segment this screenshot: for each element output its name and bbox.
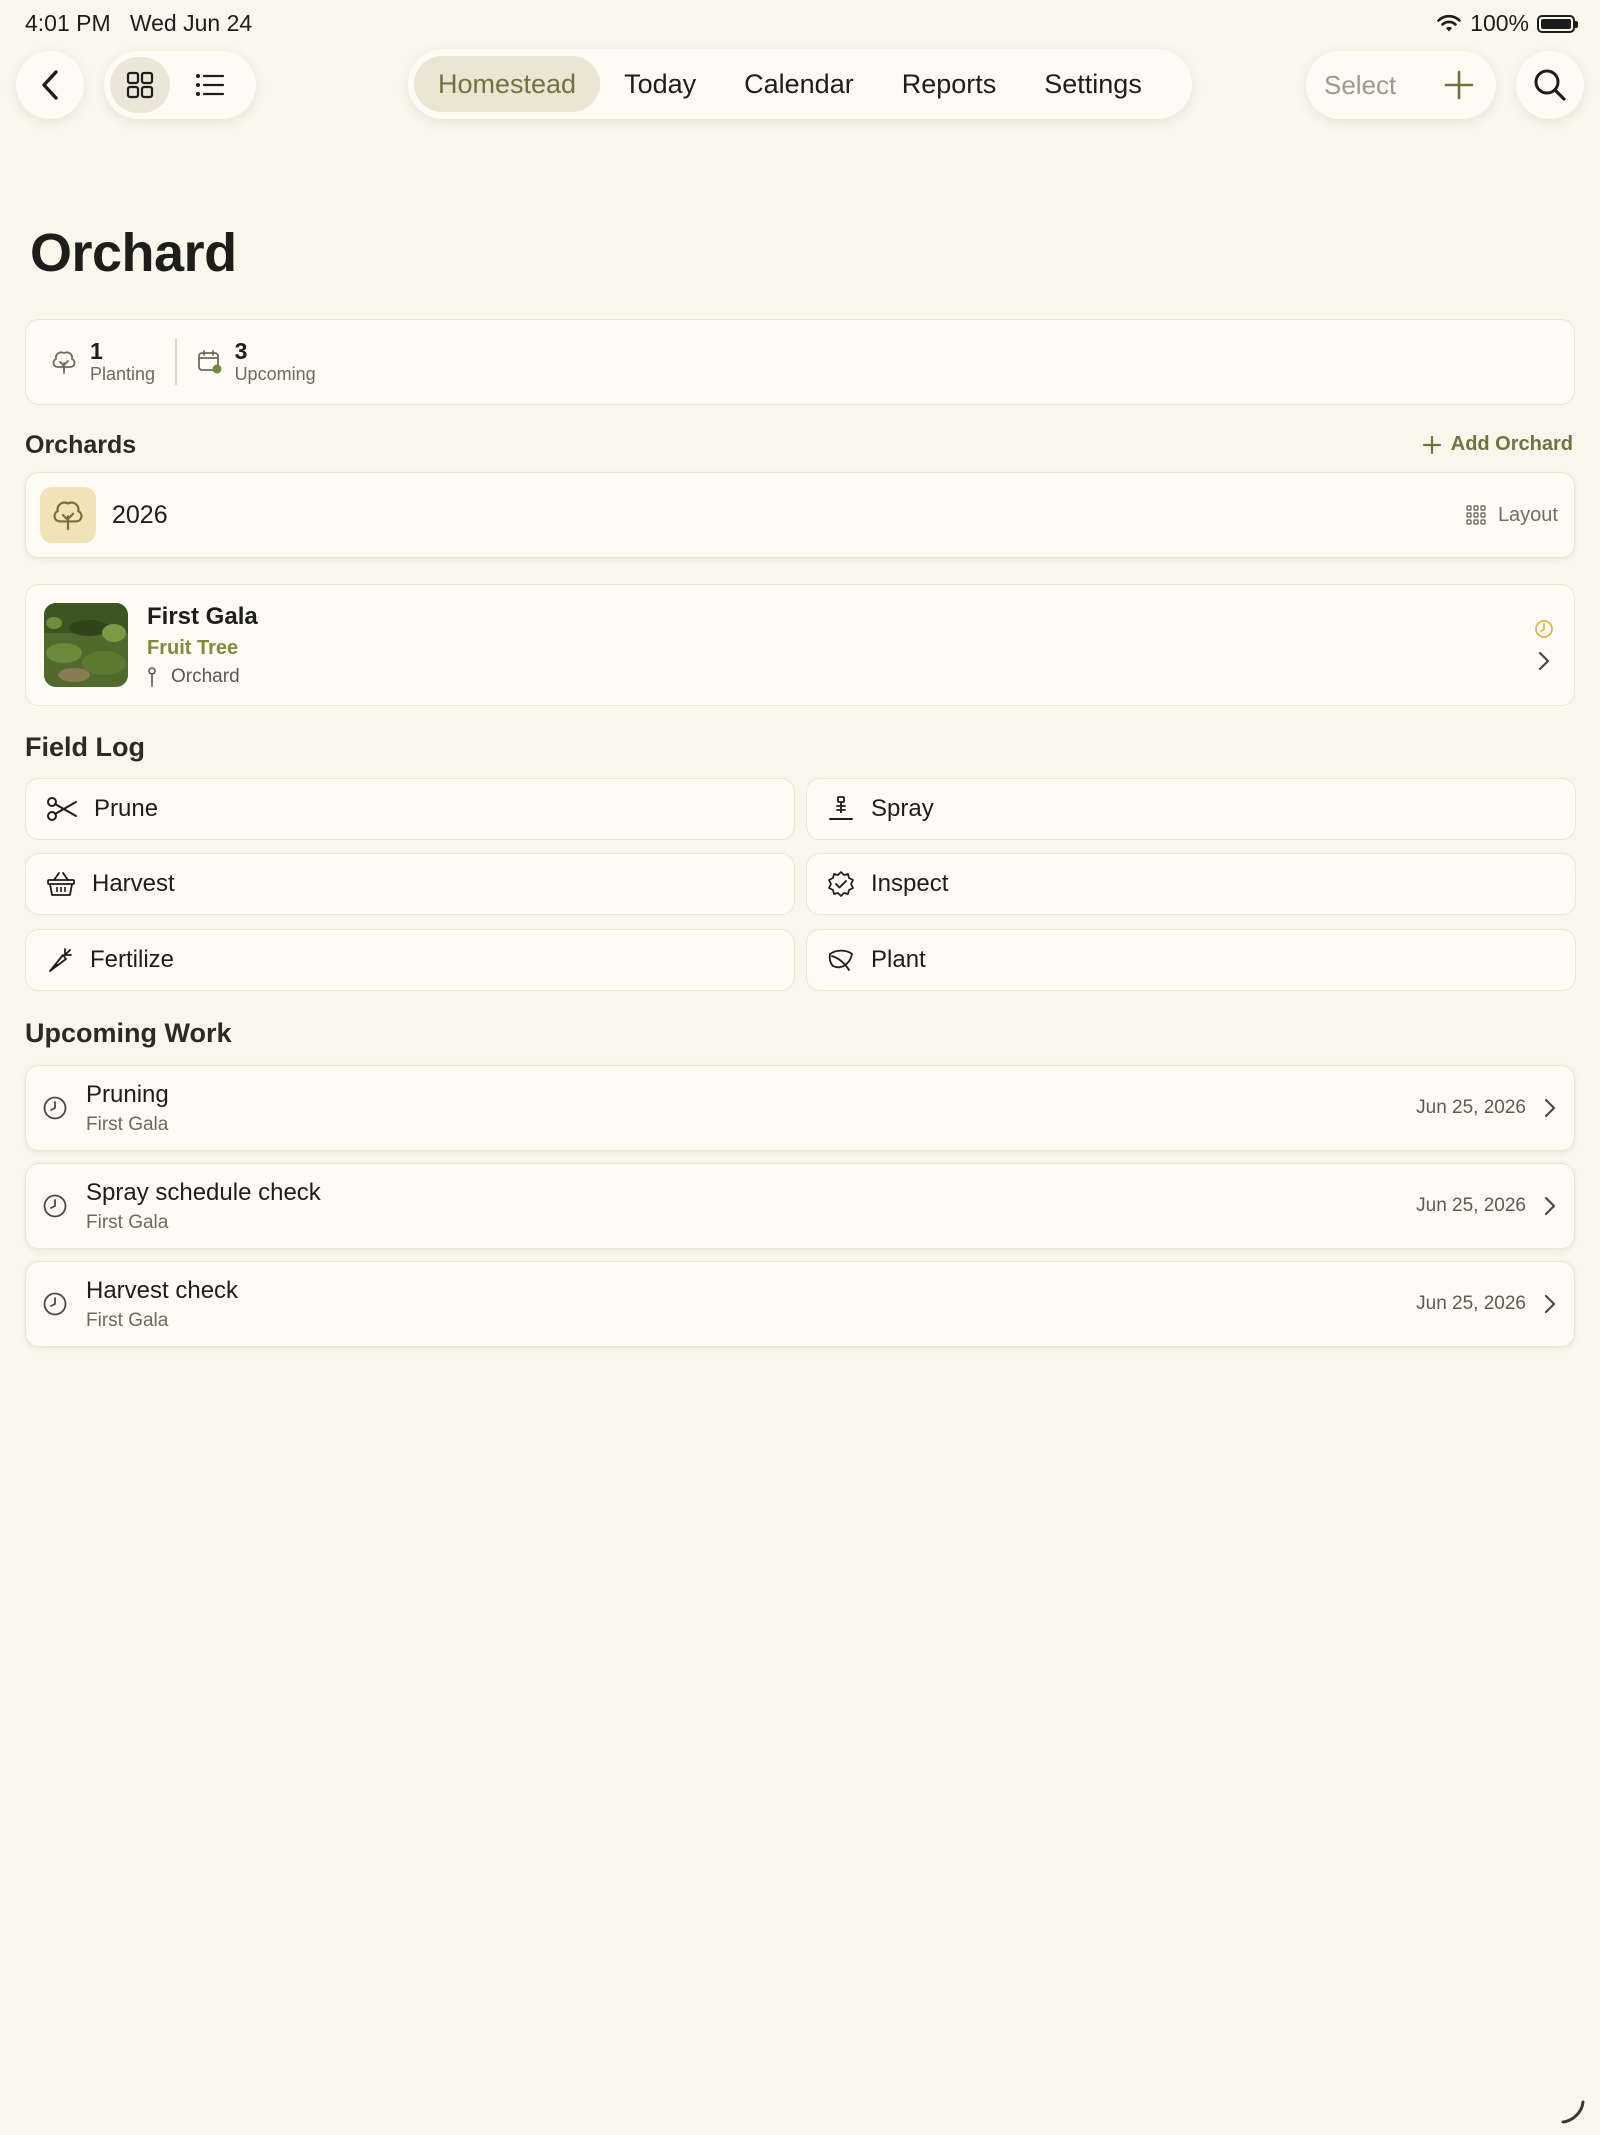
- field-log-title: Field Log: [25, 732, 145, 762]
- plus-icon: [1422, 435, 1441, 454]
- inspect-label: Inspect: [871, 870, 949, 897]
- tab-homestead[interactable]: Homestead: [414, 56, 601, 112]
- grid-view-button[interactable]: [110, 57, 170, 113]
- work-date: Jun 25, 2026: [1416, 1293, 1526, 1314]
- work-subtitle: First Gala: [86, 1309, 169, 1331]
- stat-planting-value: 1: [90, 338, 103, 364]
- carrot-icon: [49, 948, 72, 972]
- stat-upcoming[interactable]: 3 Upcoming: [197, 339, 316, 385]
- stat-upcoming-value: 3: [234, 338, 248, 364]
- tab-settings[interactable]: Settings: [1020, 56, 1166, 112]
- orchard-name: 2026: [112, 500, 168, 529]
- harvest-button[interactable]: Harvest: [25, 853, 795, 915]
- chevron-right-icon: [1538, 651, 1550, 671]
- chevron-right-icon: [1544, 1196, 1556, 1216]
- fertilize-label: Fertilize: [90, 946, 175, 973]
- prune-label: Prune: [94, 795, 159, 822]
- add-orchard-label: Add Orchard: [1450, 433, 1573, 455]
- wifi-icon: [1437, 14, 1461, 31]
- pin-icon: [148, 666, 156, 687]
- view-toggle: [104, 51, 256, 119]
- plant-button[interactable]: Plant: [806, 929, 1576, 991]
- basket-icon: [47, 872, 75, 896]
- orchards-section-title: Orchards: [25, 431, 137, 459]
- add-orchard-button[interactable]: Add Orchard: [1422, 433, 1573, 456]
- layout-label: Layout: [1497, 503, 1558, 526]
- tree-icon: [52, 351, 76, 374]
- action-group: Select: [1306, 51, 1496, 119]
- battery-icon: [1537, 14, 1578, 33]
- resize-handle-icon[interactable]: [1560, 2099, 1586, 2125]
- work-subtitle: First Gala: [86, 1211, 169, 1233]
- search-icon: [1534, 69, 1566, 101]
- tree-photo: [44, 603, 128, 687]
- clock-icon: [43, 1292, 67, 1316]
- clock-icon: [43, 1096, 67, 1120]
- spray-label: Spray: [871, 795, 934, 822]
- clock-icon: [43, 1194, 67, 1218]
- inspect-button[interactable]: Inspect: [806, 853, 1576, 915]
- leaf-icon: [828, 949, 853, 971]
- stat-upcoming-label: Upcoming: [234, 364, 316, 384]
- battery-percent: 100%: [1470, 10, 1529, 36]
- select-button[interactable]: Select: [1324, 70, 1396, 101]
- list-view-button[interactable]: [180, 57, 240, 113]
- stats-card: 1 Planting 3 Upcoming: [25, 319, 1575, 405]
- harvest-label: Harvest: [92, 870, 175, 897]
- list-icon: [196, 74, 225, 96]
- upcoming-item-pruning[interactable]: Pruning First Gala Jun 25, 2026: [25, 1065, 1575, 1151]
- orchard-item[interactable]: 2026 Layout: [25, 472, 1575, 558]
- badge-check-icon: [828, 871, 854, 897]
- back-button[interactable]: [16, 51, 84, 119]
- orchard-tree-icon: [40, 487, 96, 543]
- prune-button[interactable]: Prune: [25, 778, 795, 840]
- chevron-right-icon: [1544, 1294, 1556, 1314]
- scissors-icon: [47, 797, 77, 821]
- tree-type: Fruit Tree: [147, 636, 239, 659]
- fertilize-button[interactable]: Fertilize: [25, 929, 795, 991]
- upcoming-work-title: Upcoming Work: [25, 1018, 232, 1048]
- status-time: 4:01 PM Wed Jun 24: [25, 10, 253, 36]
- tab-calendar[interactable]: Calendar: [720, 56, 878, 112]
- search-button[interactable]: [1516, 51, 1584, 119]
- tab-reports[interactable]: Reports: [878, 56, 1021, 112]
- pending-clock-icon: [1535, 620, 1553, 638]
- work-date: Jun 25, 2026: [1416, 1195, 1526, 1216]
- tree-location: Orchard: [147, 666, 1534, 688]
- work-title: Pruning: [86, 1080, 169, 1108]
- sprayer-icon: [829, 796, 853, 820]
- work-date: Jun 25, 2026: [1416, 1097, 1526, 1118]
- tree-card[interactable]: First Gala Fruit Tree Orchard: [25, 584, 1575, 706]
- add-button[interactable]: [1444, 70, 1474, 100]
- upcoming-item-harvest-check[interactable]: Harvest check First Gala Jun 25, 2026: [25, 1261, 1575, 1347]
- page-title: Orchard: [30, 223, 237, 283]
- main-tabs: Homestead Today Calendar Reports Setting…: [408, 49, 1192, 119]
- upcoming-item-spray-check[interactable]: Spray schedule check First Gala Jun 25, …: [25, 1163, 1575, 1249]
- tab-today[interactable]: Today: [600, 56, 720, 112]
- spray-button[interactable]: Spray: [806, 778, 1576, 840]
- stat-planting-label: Planting: [90, 364, 156, 384]
- grid-dots-icon: [1466, 505, 1486, 525]
- stats-divider: [175, 339, 177, 385]
- status-indicators: 100%: [1436, 10, 1578, 37]
- work-title: Harvest check: [86, 1276, 239, 1304]
- work-subtitle: First Gala: [86, 1113, 169, 1135]
- chevron-left-icon: [42, 70, 58, 100]
- plant-label: Plant: [871, 946, 926, 973]
- stat-planting[interactable]: 1 Planting: [50, 339, 155, 385]
- work-title: Spray schedule check: [86, 1178, 321, 1206]
- tree-name: First Gala: [147, 602, 258, 630]
- calendar-icon: [197, 350, 222, 374]
- layout-button[interactable]: Layout: [1466, 504, 1558, 527]
- grid-icon: [126, 71, 154, 99]
- chevron-right-icon: [1544, 1098, 1556, 1118]
